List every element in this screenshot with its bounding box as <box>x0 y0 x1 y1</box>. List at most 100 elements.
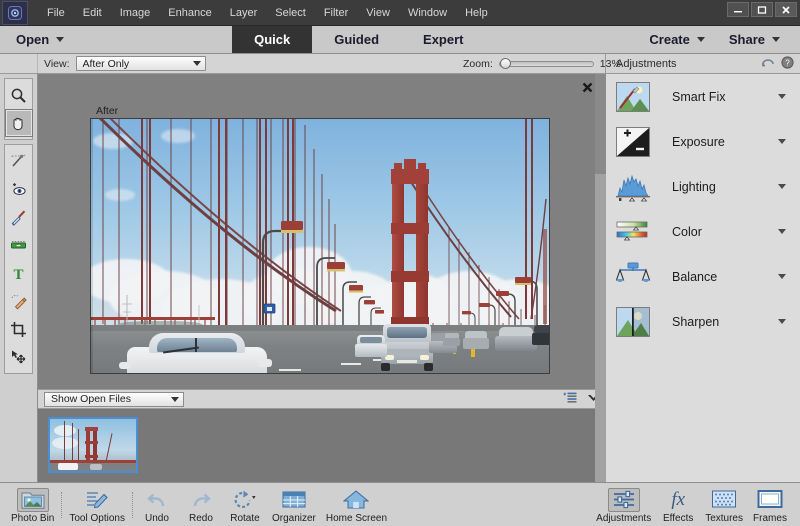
mode-spacer <box>78 26 232 53</box>
close-document-icon[interactable] <box>582 82 593 96</box>
adjustments-button[interactable]: Adjustments <box>591 486 656 524</box>
crop-tool[interactable] <box>5 315 33 343</box>
smart-brush-tool[interactable] <box>5 287 33 315</box>
menu-layer[interactable]: Layer <box>221 4 267 22</box>
share-button[interactable]: Share <box>719 32 790 47</box>
photo-bin-filter-select[interactable]: Show Open Files <box>44 392 184 407</box>
taskbar-divider <box>132 492 133 518</box>
maximize-button[interactable] <box>751 2 773 17</box>
undo-button[interactable]: Undo <box>135 486 179 524</box>
tool-options-button[interactable]: Tool Options <box>64 486 130 524</box>
help-icon[interactable]: ? <box>781 56 794 72</box>
panel-title: Adjustments <box>616 58 677 70</box>
photo-bin <box>38 409 606 482</box>
adjustment-smart-fix[interactable]: Smart Fix <box>606 74 800 119</box>
color-sliders-icon <box>616 217 650 247</box>
chevron-down-icon <box>772 37 780 42</box>
tab-quick[interactable]: Quick <box>232 26 312 53</box>
zoom-tool[interactable] <box>5 81 33 109</box>
view-select[interactable]: After Only <box>76 56 206 71</box>
menu-select[interactable]: Select <box>266 4 315 22</box>
menu-edit[interactable]: Edit <box>74 4 111 22</box>
type-tool[interactable]: T <box>5 259 33 287</box>
chevron-down-icon[interactable] <box>778 229 786 234</box>
red-eye-removal-tool[interactable] <box>5 175 33 203</box>
adjustments-icon <box>608 488 640 512</box>
frames-label: Frames <box>753 513 787 524</box>
adjustment-sharpen[interactable]: Sharpen <box>606 299 800 344</box>
effects-button[interactable]: fx Effects <box>656 486 700 524</box>
close-button[interactable] <box>775 2 797 17</box>
undo-icon <box>145 488 169 512</box>
adjustment-color[interactable]: Color <box>606 209 800 254</box>
rotate-button[interactable]: Rotate <box>223 486 267 524</box>
mode-right-actions: Create Share <box>639 26 800 53</box>
menu-filter[interactable]: Filter <box>315 4 357 22</box>
photo-bin-label: Photo Bin <box>11 513 54 524</box>
tool-group-navigation <box>4 78 33 140</box>
zoom-slider[interactable] <box>499 61 594 67</box>
mode-tabs: Quick Guided Expert <box>232 26 485 53</box>
adjustments-label: Adjustments <box>596 513 651 524</box>
adjustment-lighting[interactable]: Lighting <box>606 164 800 209</box>
minimize-button[interactable] <box>727 2 749 17</box>
adjustments-panel: Smart Fix Exposure <box>606 74 800 482</box>
taskbar-left-group: Photo Bin Tool Options <box>0 486 392 524</box>
tool-group-edit: T <box>4 144 33 374</box>
create-button[interactable]: Create <box>639 32 714 47</box>
hand-tool[interactable] <box>5 109 33 137</box>
menu-image[interactable]: Image <box>111 4 160 22</box>
redo-icon <box>189 488 213 512</box>
chevron-down-icon[interactable] <box>778 319 786 324</box>
svg-text:T: T <box>13 267 23 282</box>
quick-selection-tool[interactable] <box>5 147 33 175</box>
menu-window[interactable]: Window <box>399 4 456 22</box>
reset-icon[interactable] <box>761 56 775 72</box>
chevron-down-icon[interactable] <box>778 184 786 189</box>
home-screen-button[interactable]: Home Screen <box>321 486 392 524</box>
tool-options-label: Tool Options <box>69 513 125 524</box>
taskbar-right-group: Adjustments fx Effects <box>591 486 800 524</box>
tab-expert[interactable]: Expert <box>401 26 485 53</box>
image-canvas[interactable] <box>90 118 550 374</box>
toolbox: T <box>0 74 38 482</box>
rotate-icon <box>231 488 258 512</box>
chevron-down-icon[interactable] <box>778 139 786 144</box>
photo-bin-bar: Show Open Files <box>38 389 606 409</box>
open-button[interactable]: Open <box>0 26 78 53</box>
adjustment-balance[interactable]: Balance <box>606 254 800 299</box>
move-tool[interactable] <box>5 343 33 371</box>
chevron-down-icon[interactable] <box>778 94 786 99</box>
effects-fx-icon: fx <box>671 488 685 512</box>
bridge-thumbnail[interactable] <box>48 417 138 473</box>
bin-options-icon[interactable] <box>563 392 577 407</box>
organizer-label: Organizer <box>272 513 316 524</box>
textures-button[interactable]: Textures <box>700 486 748 524</box>
adjustment-exposure[interactable]: Exposure <box>606 119 800 164</box>
straighten-tool[interactable] <box>5 231 33 259</box>
view-label: View: <box>44 58 70 70</box>
menu-enhance[interactable]: Enhance <box>159 4 220 22</box>
chevron-down-icon <box>171 397 179 402</box>
organizer-button[interactable]: Organizer <box>267 486 321 524</box>
zoom-slider-knob[interactable] <box>500 58 511 69</box>
create-label: Create <box>649 32 689 47</box>
smart-fix-icon <box>616 82 650 112</box>
menu-file[interactable]: File <box>38 4 74 22</box>
frames-button[interactable]: Frames <box>748 486 792 524</box>
menu-help[interactable]: Help <box>456 4 497 22</box>
menu-view[interactable]: View <box>357 4 399 22</box>
menu-bar: File Edit Image Enhance Layer Select Fil… <box>0 0 800 26</box>
spot-healing-brush-tool[interactable] <box>5 203 33 231</box>
lane-marking <box>279 369 301 371</box>
panel-scrollbar-thumb[interactable] <box>595 74 606 174</box>
tab-guided[interactable]: Guided <box>312 26 401 53</box>
elements-logo-icon <box>2 1 28 25</box>
redo-button[interactable]: Redo <box>179 486 223 524</box>
panel-scrollbar[interactable] <box>595 74 606 482</box>
chevron-down-icon[interactable] <box>778 274 786 279</box>
lighting-histogram-icon <box>616 172 650 202</box>
sharpen-icon <box>616 307 650 337</box>
photo-bin-button[interactable]: Photo Bin <box>6 486 59 524</box>
adjustment-label: Lighting <box>672 180 716 194</box>
